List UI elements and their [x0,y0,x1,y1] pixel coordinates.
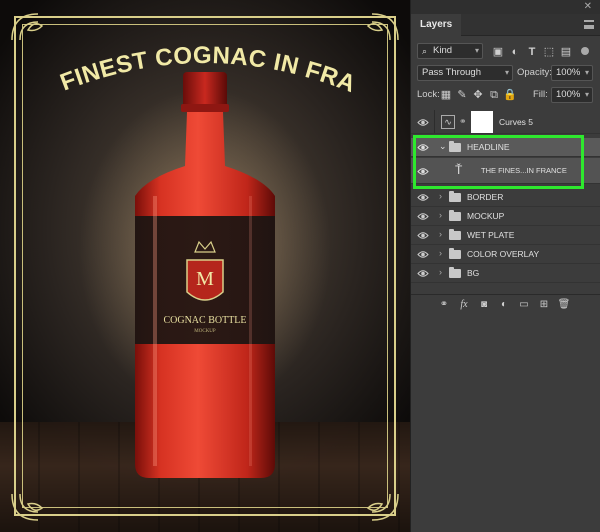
layer-row-wet-plate[interactable]: › WET PLATE [411,226,600,245]
layer-row-border[interactable]: › BORDER [411,188,600,207]
visibility-divider [434,110,435,133]
panel-title-bar: ✕ [411,0,600,14]
layer-row-bg[interactable]: › BG [411,264,600,283]
folder-icon [449,248,461,259]
layer-name: COLOR OVERLAY [467,249,540,259]
lock-label: Lock: [417,89,440,100]
lock-row: Lock: ▦ ✎ ✥ ⧉ 🔒 Fill: 100% ▾ [411,86,600,104]
filter-toggle-icon[interactable] [581,47,589,55]
layer-row-color-overlay[interactable]: › COLOR OVERLAY [411,245,600,264]
filter-kind-dropdown[interactable]: ⌕ Kind ▾ [417,43,483,59]
lock-artboard-icon[interactable]: ⧉ [487,88,501,102]
fill-label: Fill: [533,89,548,100]
filter-kind-value: Kind [433,45,453,56]
folder-icon [449,191,461,202]
panel-footer: ⚭ fx ◙ ◐ ▭ ⊞ 🗑 [411,294,600,316]
opacity-label: Opacity: [517,67,552,78]
folder-icon [449,210,461,221]
new-layer-icon[interactable]: ⊞ [537,299,551,310]
chevron-right-icon[interactable]: › [439,267,442,277]
layer-row-mockup[interactable]: › MOCKUP [411,207,600,226]
chevron-right-icon[interactable]: › [439,229,442,239]
trash-icon[interactable]: 🗑 [557,299,571,310]
panel-tab-row: Layers [411,14,600,36]
fx-icon[interactable]: fx [457,299,471,310]
visibility-eye-icon[interactable] [417,249,429,260]
opacity-value: 100% [556,67,581,78]
link-icon[interactable]: ⚭ [459,116,467,127]
layers-panel: ✕ Layers ⌕ Kind ▾ ▣ ◐ T ⬚ ▤ Pass Through… [410,0,600,532]
cognac-bottle-image: M COGNAC BOTTLE MOCKUP [135,72,275,478]
visibility-eye-icon[interactable] [417,117,429,128]
blend-mode-dropdown[interactable]: Pass Through ▾ [417,65,513,81]
adjustment-filter-icon[interactable]: ◐ [508,45,522,59]
blend-mode-value: Pass Through [422,67,481,78]
chevron-right-icon[interactable]: › [439,191,442,201]
lock-position-icon[interactable]: ✥ [471,88,485,102]
tab-layers[interactable]: Layers [411,14,462,36]
corner-flourish-icon [11,493,44,521]
new-adjustment-icon[interactable]: ◐ [497,299,511,310]
layer-row-curves-5[interactable]: ∿ ⚭ Curves 5 [411,110,600,134]
opacity-field[interactable]: 100% ▾ [551,65,593,81]
layer-mask-thumbnail[interactable] [471,111,493,133]
visibility-eye-icon[interactable] [417,268,429,279]
chevron-down-icon: ▾ [584,68,589,77]
chevron-right-icon[interactable]: › [439,248,442,258]
close-icon[interactable]: ✕ [584,1,592,12]
label-title: COGNAC BOTTLE [163,315,246,326]
link-layers-icon[interactable]: ⚭ [437,299,451,310]
visibility-eye-icon[interactable] [417,211,429,222]
chevron-right-icon[interactable]: › [439,210,442,220]
layer-name: MOCKUP [467,211,505,221]
search-icon: ⌕ [422,46,428,56]
blend-row: Pass Through ▾ Opacity: 100% ▾ [411,64,600,82]
curves-adjustment-icon: ∿ [441,115,455,129]
smart-object-filter-icon[interactable]: ▤ [559,45,573,59]
chevron-down-icon: ▾ [584,90,589,99]
label-subtitle: MOCKUP [194,329,216,334]
label-monogram: M [196,268,214,290]
corner-flourish-icon [366,493,399,521]
panel-menu-icon[interactable] [584,20,594,29]
document-canvas[interactable]: THE FINEST COGNAC IN FRANCE [0,0,410,532]
chevron-down-icon: ▾ [504,68,509,77]
chevron-down-icon: ▾ [474,46,479,55]
visibility-eye-icon[interactable] [417,192,429,203]
new-group-icon[interactable]: ▭ [517,299,531,310]
lock-transparency-icon[interactable]: ▦ [439,88,453,102]
layer-name: Curves 5 [499,117,534,127]
fill-field[interactable]: 100% ▾ [551,87,593,103]
folder-icon [449,229,461,240]
fill-value: 100% [556,89,581,100]
visibility-eye-icon[interactable] [417,230,429,241]
type-filter-icon[interactable]: T [525,45,539,59]
folder-icon [449,267,461,278]
shape-filter-icon[interactable]: ⬚ [542,45,556,59]
lock-all-icon[interactable]: 🔒 [503,88,517,102]
lock-image-pixels-icon[interactable]: ✎ [455,88,469,102]
layer-name: WET PLATE [467,230,515,240]
pixel-filter-icon[interactable]: ▣ [491,45,505,59]
panel-empty-area [411,316,600,532]
add-mask-icon[interactable]: ◙ [477,299,491,310]
layer-name: BORDER [467,192,504,202]
highlight-box [413,135,584,189]
filter-row: ⌕ Kind ▾ ▣ ◐ T ⬚ ▤ [411,42,600,60]
layer-name: BG [467,268,480,278]
